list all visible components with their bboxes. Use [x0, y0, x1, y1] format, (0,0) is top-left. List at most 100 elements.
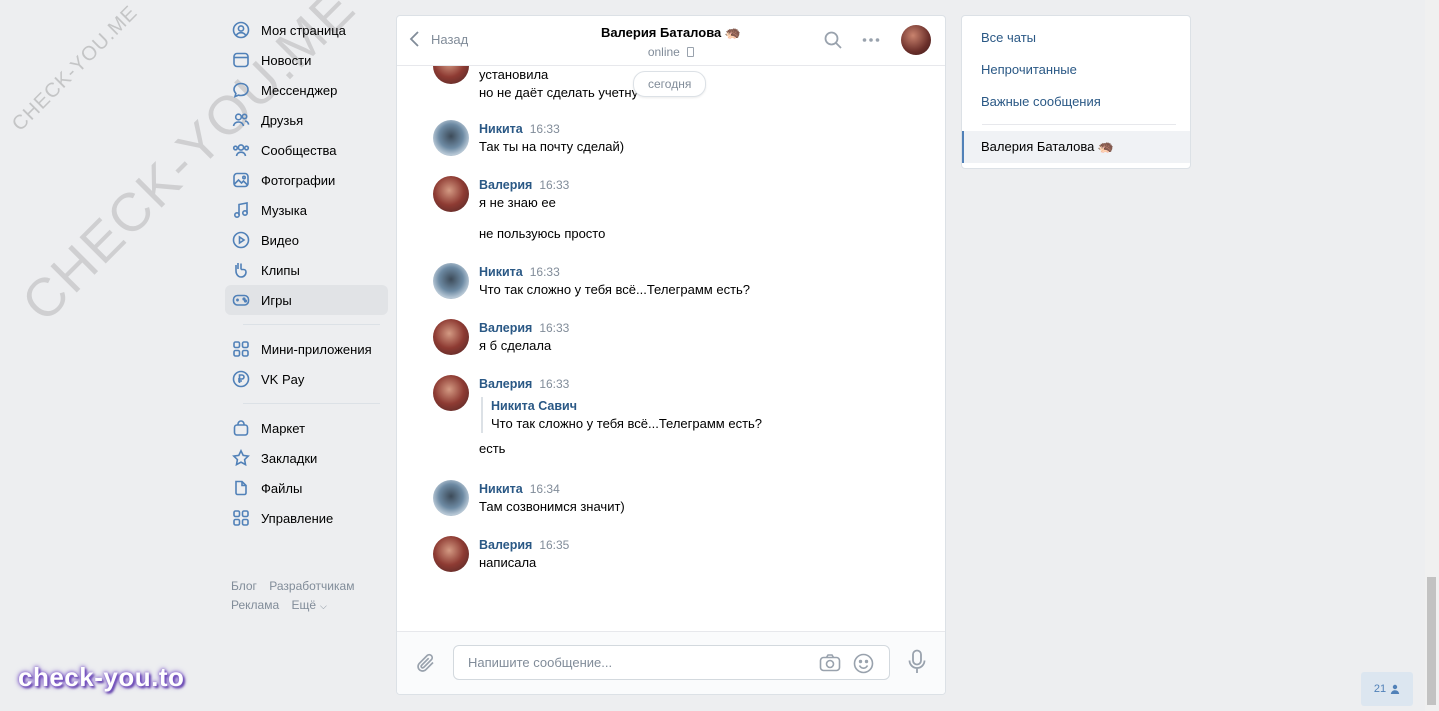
footer-link-more[interactable]: Ещё ⌵	[291, 598, 335, 612]
message-text: не пользуюсь просто	[479, 226, 606, 241]
message-text: Так ты на почту сделай)	[479, 139, 625, 154]
nav-label: Закладки	[261, 450, 318, 466]
reply-text: Что так сложно у тебя всё...Телеграмм ес…	[491, 416, 763, 431]
message-author[interactable]: Валерия	[479, 377, 532, 391]
chat-filters-panel: Все чаты Непрочитанные Важные сообщения …	[961, 15, 1191, 169]
nav-label: Клипы	[261, 262, 300, 278]
music-note-icon	[232, 201, 250, 219]
message-author[interactable]: Никита	[479, 122, 523, 136]
nav-item-bookmarks[interactable]: Закладки	[225, 443, 388, 473]
nav-item-management[interactable]: Управление	[225, 503, 388, 533]
message: Никита 16:33 Что так сложно у тебя всё...…	[433, 263, 925, 299]
footer-link-blog[interactable]: Блог	[231, 579, 257, 593]
nav-label: Игры	[261, 292, 292, 308]
file-icon	[232, 479, 250, 497]
online-counter[interactable]: 21	[1361, 672, 1413, 706]
message: Никита 16:34 Там созвонимся значит)	[433, 480, 925, 516]
reply-author: Никита Савич	[491, 399, 577, 413]
mobile-phone-icon	[687, 47, 695, 57]
nav-item-music[interactable]: Музыка	[225, 195, 388, 225]
nav-item-video[interactable]: Видео	[225, 225, 388, 255]
panel-divider	[982, 124, 1176, 125]
chat-window: Назад Валерия Баталова 🦔 online установи…	[396, 15, 946, 695]
filter-all-chats[interactable]: Все чаты	[962, 22, 1190, 54]
grid-icon	[232, 509, 250, 527]
nav-item-vk-pay[interactable]: VK Pay	[225, 364, 388, 394]
message: Валерия 16:35 написала	[433, 536, 925, 572]
nav-label: Фотографии	[261, 172, 336, 188]
search-icon[interactable]	[823, 30, 843, 50]
nav-item-messenger[interactable]: Мессенджер	[225, 75, 388, 105]
nav-item-files[interactable]: Файлы	[225, 473, 388, 503]
nav-item-games[interactable]: Игры	[225, 285, 388, 315]
nav-item-mini-apps[interactable]: Мини-приложения	[225, 334, 388, 364]
nav-item-communities[interactable]: Сообщества	[225, 135, 388, 165]
back-label: Назад	[431, 31, 469, 47]
message-input-box	[453, 645, 890, 680]
message-input[interactable]	[466, 654, 800, 671]
message: Валерия 16:33 я не знаю ее не пользуюсь п…	[433, 176, 925, 243]
nav-divider	[243, 324, 380, 325]
nav-label: Видео	[261, 232, 299, 248]
nav-label: Файлы	[261, 480, 303, 496]
smile-icon[interactable]	[853, 653, 874, 674]
nav-item-friends[interactable]: Друзья	[225, 105, 388, 135]
message-time: 16:33	[539, 321, 570, 335]
nav-label: Управление	[261, 510, 334, 526]
active-chat-item[interactable]: Валерия Баталова 🦔	[962, 131, 1190, 163]
avatar[interactable]	[433, 263, 469, 299]
message-author[interactable]: Валерия	[479, 321, 532, 335]
microphone-icon[interactable]	[907, 649, 927, 675]
nav-label: Сообщества	[261, 142, 337, 158]
avatar[interactable]	[433, 319, 469, 355]
message-author[interactable]: Никита	[479, 482, 523, 496]
avatar[interactable]	[433, 66, 469, 84]
scrollbar-thumb[interactable]	[1427, 577, 1436, 705]
filter-important[interactable]: Важные сообщения	[962, 86, 1190, 118]
avatar[interactable]	[433, 120, 469, 156]
paperclip-icon[interactable]	[415, 652, 437, 674]
left-nav: Моя страница Новости Мессенджер Друзья С…	[225, 15, 388, 616]
nav-item-photos[interactable]: Фотографии	[225, 165, 388, 195]
avatar[interactable]	[433, 176, 469, 212]
footer-link-developers[interactable]: Разработчикам	[269, 579, 354, 593]
peer-status-text: online	[647, 45, 680, 59]
message-time: 16:35	[539, 538, 570, 552]
peer-avatar[interactable]	[901, 25, 931, 55]
message-author[interactable]: Валерия	[479, 178, 532, 192]
footer-more-label: Ещё	[291, 598, 317, 612]
nav-item-news[interactable]: Новости	[225, 45, 388, 75]
nav-footer: Блог Разработчикам Реклама Ещё ⌵	[225, 577, 388, 616]
star-icon	[232, 449, 250, 467]
nav-label: Музыка	[261, 202, 307, 218]
gamepad-icon	[232, 291, 250, 309]
avatar[interactable]	[433, 536, 469, 572]
message-text: я не знаю ее	[479, 195, 556, 210]
message-time: 16:33	[539, 178, 570, 192]
newspaper-icon	[232, 51, 250, 69]
person-icon	[1390, 684, 1400, 694]
nav-item-clips[interactable]: Клипы	[225, 255, 388, 285]
nav-divider	[243, 403, 380, 404]
nav-item-market[interactable]: Маркет	[225, 413, 388, 443]
reply-quote[interactable]: Никита Савич Что так сложно у тебя всё..…	[481, 397, 925, 433]
message-text: Что так сложно у тебя всё...Телеграмм ес…	[479, 282, 751, 297]
nav-label: Мини-приложения	[261, 341, 372, 357]
more-icon[interactable]	[861, 30, 881, 50]
message-author[interactable]: Никита	[479, 265, 523, 279]
avatar[interactable]	[433, 480, 469, 516]
play-circle-icon	[232, 231, 250, 249]
back-button[interactable]: Назад	[409, 30, 468, 48]
nav-label: Мессенджер	[261, 82, 338, 98]
user-circle-icon	[232, 21, 250, 39]
filter-unread[interactable]: Непрочитанные	[962, 54, 1190, 86]
date-divider: сегодня	[633, 71, 707, 97]
nav-label: Друзья	[261, 112, 304, 128]
camera-icon[interactable]	[819, 653, 841, 673]
page-scrollbar[interactable]	[1425, 0, 1439, 711]
footer-link-ads[interactable]: Реклама	[231, 598, 279, 612]
nav-label: Моя страница	[261, 22, 346, 38]
message-author[interactable]: Валерия	[479, 538, 532, 552]
nav-item-my-page[interactable]: Моя страница	[225, 15, 388, 45]
avatar[interactable]	[433, 375, 469, 411]
